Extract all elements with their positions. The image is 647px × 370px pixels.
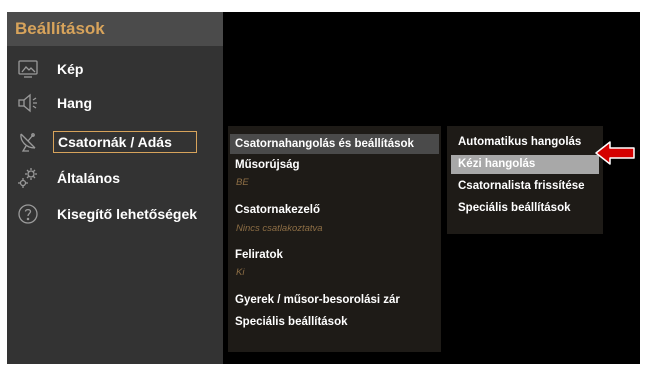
menu-item-csatornakezelo[interactable]: Csatornakezelő bbox=[230, 204, 439, 216]
menu-item-csatornalista-frissites[interactable]: Csatornalista frissítése bbox=[451, 177, 599, 196]
menu-item-kezi-hangolas[interactable]: Kézi hangolás bbox=[451, 155, 599, 174]
sidebar-item-label: Általános bbox=[57, 170, 121, 186]
menu-item-value: Ki bbox=[236, 267, 245, 278]
menu-item-specialis[interactable]: Speciális beállítások bbox=[230, 316, 439, 328]
sidebar-item-altalanos[interactable]: Általános bbox=[7, 163, 223, 193]
menu-item-feliratok[interactable]: Feliratok bbox=[230, 249, 439, 261]
tv-screen: Beállítások Kép Hang Csatornák / Adás Ál… bbox=[7, 12, 640, 364]
help-circle-icon bbox=[15, 201, 41, 227]
tuning-submenu: Automatikus hangolás Kézi hangolás Csato… bbox=[447, 126, 603, 234]
sidebar-item-kep[interactable]: Kép bbox=[7, 54, 223, 84]
sidebar-item-csatornak[interactable]: Csatornák / Adás bbox=[7, 127, 223, 157]
menu-item-specialis-beallitasok[interactable]: Speciális beállítások bbox=[451, 199, 599, 218]
menu-item-value: BE bbox=[236, 177, 249, 188]
sidebar-item-label: Hang bbox=[57, 95, 92, 111]
sidebar-item-kisegito[interactable]: Kisegítő lehetőségek bbox=[7, 199, 223, 229]
sidebar-item-label: Csatornák / Adás bbox=[53, 131, 197, 153]
picture-icon bbox=[15, 56, 41, 82]
channel-submenu: Csatornahangolás és beállítások Műsorújs… bbox=[228, 126, 441, 352]
menu-item-csatornahangolas[interactable]: Csatornahangolás és beállítások bbox=[230, 134, 439, 154]
sidebar-item-label: Kép bbox=[57, 61, 84, 77]
speaker-icon bbox=[15, 90, 41, 116]
red-arrow-icon bbox=[595, 141, 635, 165]
menu-item-value: Nincs csatlakoztatva bbox=[236, 223, 323, 234]
gears-icon bbox=[15, 165, 41, 191]
sidebar-item-hang[interactable]: Hang bbox=[7, 88, 223, 118]
menu-item-musorujsag[interactable]: Műsorújság bbox=[230, 159, 439, 171]
settings-sidebar: Beállítások Kép Hang Csatornák / Adás Ál… bbox=[7, 12, 223, 364]
sidebar-title: Beállítások bbox=[7, 12, 223, 46]
sidebar-item-label: Kisegítő lehetőségek bbox=[57, 206, 198, 222]
menu-item-automatikus-hangolas[interactable]: Automatikus hangolás bbox=[451, 133, 599, 152]
menu-item-gyerekzar[interactable]: Gyerek / műsor-besorolási zár bbox=[230, 294, 439, 306]
satellite-dish-icon bbox=[15, 129, 41, 155]
